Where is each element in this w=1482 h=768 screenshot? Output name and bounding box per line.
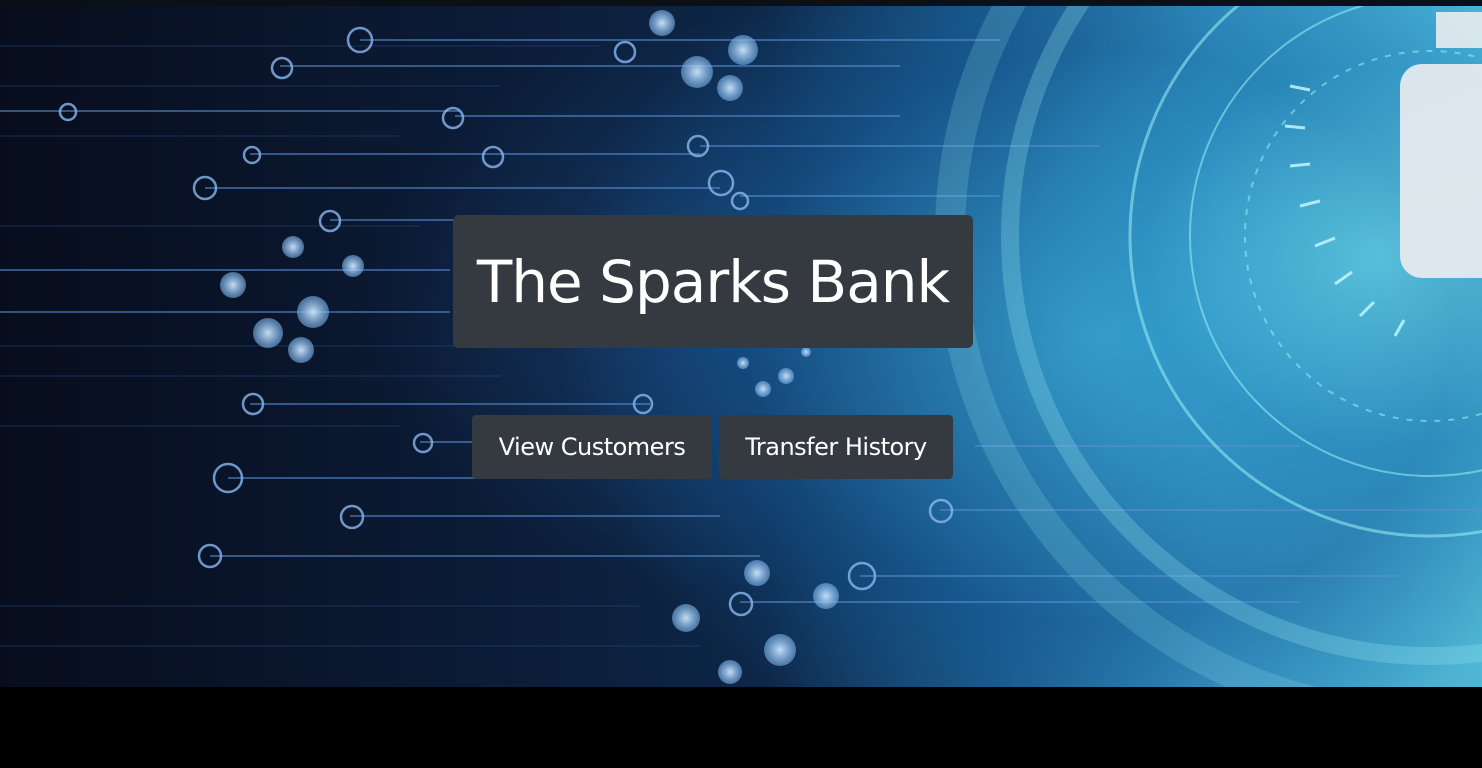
footer-area [0,687,1482,768]
page-title: The Sparks Bank [476,247,950,316]
lock-shackle-icon [1436,12,1482,48]
view-customers-button[interactable]: View Customers [472,415,712,479]
page: The Sparks Bank View Customers Transfer … [0,0,1482,768]
transfer-history-button[interactable]: Transfer History [719,415,953,479]
title-box: The Sparks Bank [453,215,973,348]
lock-body-icon [1400,64,1482,278]
